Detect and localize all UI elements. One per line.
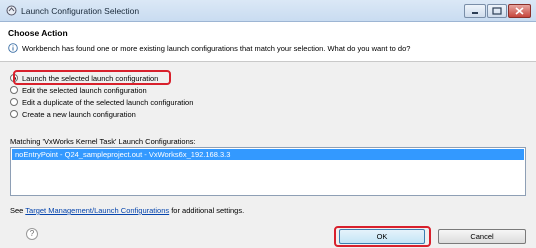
info-icon xyxy=(8,43,18,53)
hint-prefix: See xyxy=(10,206,26,215)
configurations-list[interactable]: noEntryPoint - Q24_sampleproject.out - V… xyxy=(10,147,526,196)
highlight-annotation xyxy=(334,226,431,247)
minimize-icon xyxy=(472,12,478,14)
option-label: Edit the selected launch configuration xyxy=(22,85,147,95)
highlight-annotation xyxy=(13,70,171,85)
header-message: Workbench has found one or more existing… xyxy=(22,44,411,53)
dialog-header: Choose Action Workbench has found one or… xyxy=(0,22,536,62)
option-label: Edit a duplicate of the selected launch … xyxy=(22,97,194,107)
maximize-icon xyxy=(492,7,502,15)
title-bar: Launch Configuration Selection xyxy=(0,0,536,22)
header-title: Choose Action xyxy=(8,28,68,38)
option-edit[interactable]: Edit the selected launch configuration xyxy=(10,84,147,96)
radio[interactable] xyxy=(10,86,18,94)
maximize-button[interactable] xyxy=(487,4,507,18)
close-icon xyxy=(515,7,524,15)
launch-app-icon xyxy=(6,5,17,16)
minimize-button[interactable] xyxy=(464,4,486,18)
matching-label: Matching 'VxWorks Kernel Task' Launch Co… xyxy=(10,137,196,146)
help-button[interactable]: ? xyxy=(26,228,38,240)
option-label: Create a new launch configuration xyxy=(22,109,136,119)
hint-suffix: for additional settings. xyxy=(169,206,245,215)
window-title: Launch Configuration Selection xyxy=(21,6,140,16)
settings-hint: See Target Management/Launch Configurati… xyxy=(10,206,244,215)
radio[interactable] xyxy=(10,110,18,118)
target-management-link[interactable]: Target Management/Launch Configurations xyxy=(25,206,169,215)
cancel-button[interactable]: Cancel xyxy=(438,229,526,244)
option-edit-duplicate[interactable]: Edit a duplicate of the selected launch … xyxy=(10,96,193,108)
close-button[interactable] xyxy=(508,4,531,18)
list-item[interactable]: noEntryPoint - Q24_sampleproject.out - V… xyxy=(12,149,524,160)
option-create-new[interactable]: Create a new launch configuration xyxy=(10,108,136,120)
radio[interactable] xyxy=(10,98,18,106)
